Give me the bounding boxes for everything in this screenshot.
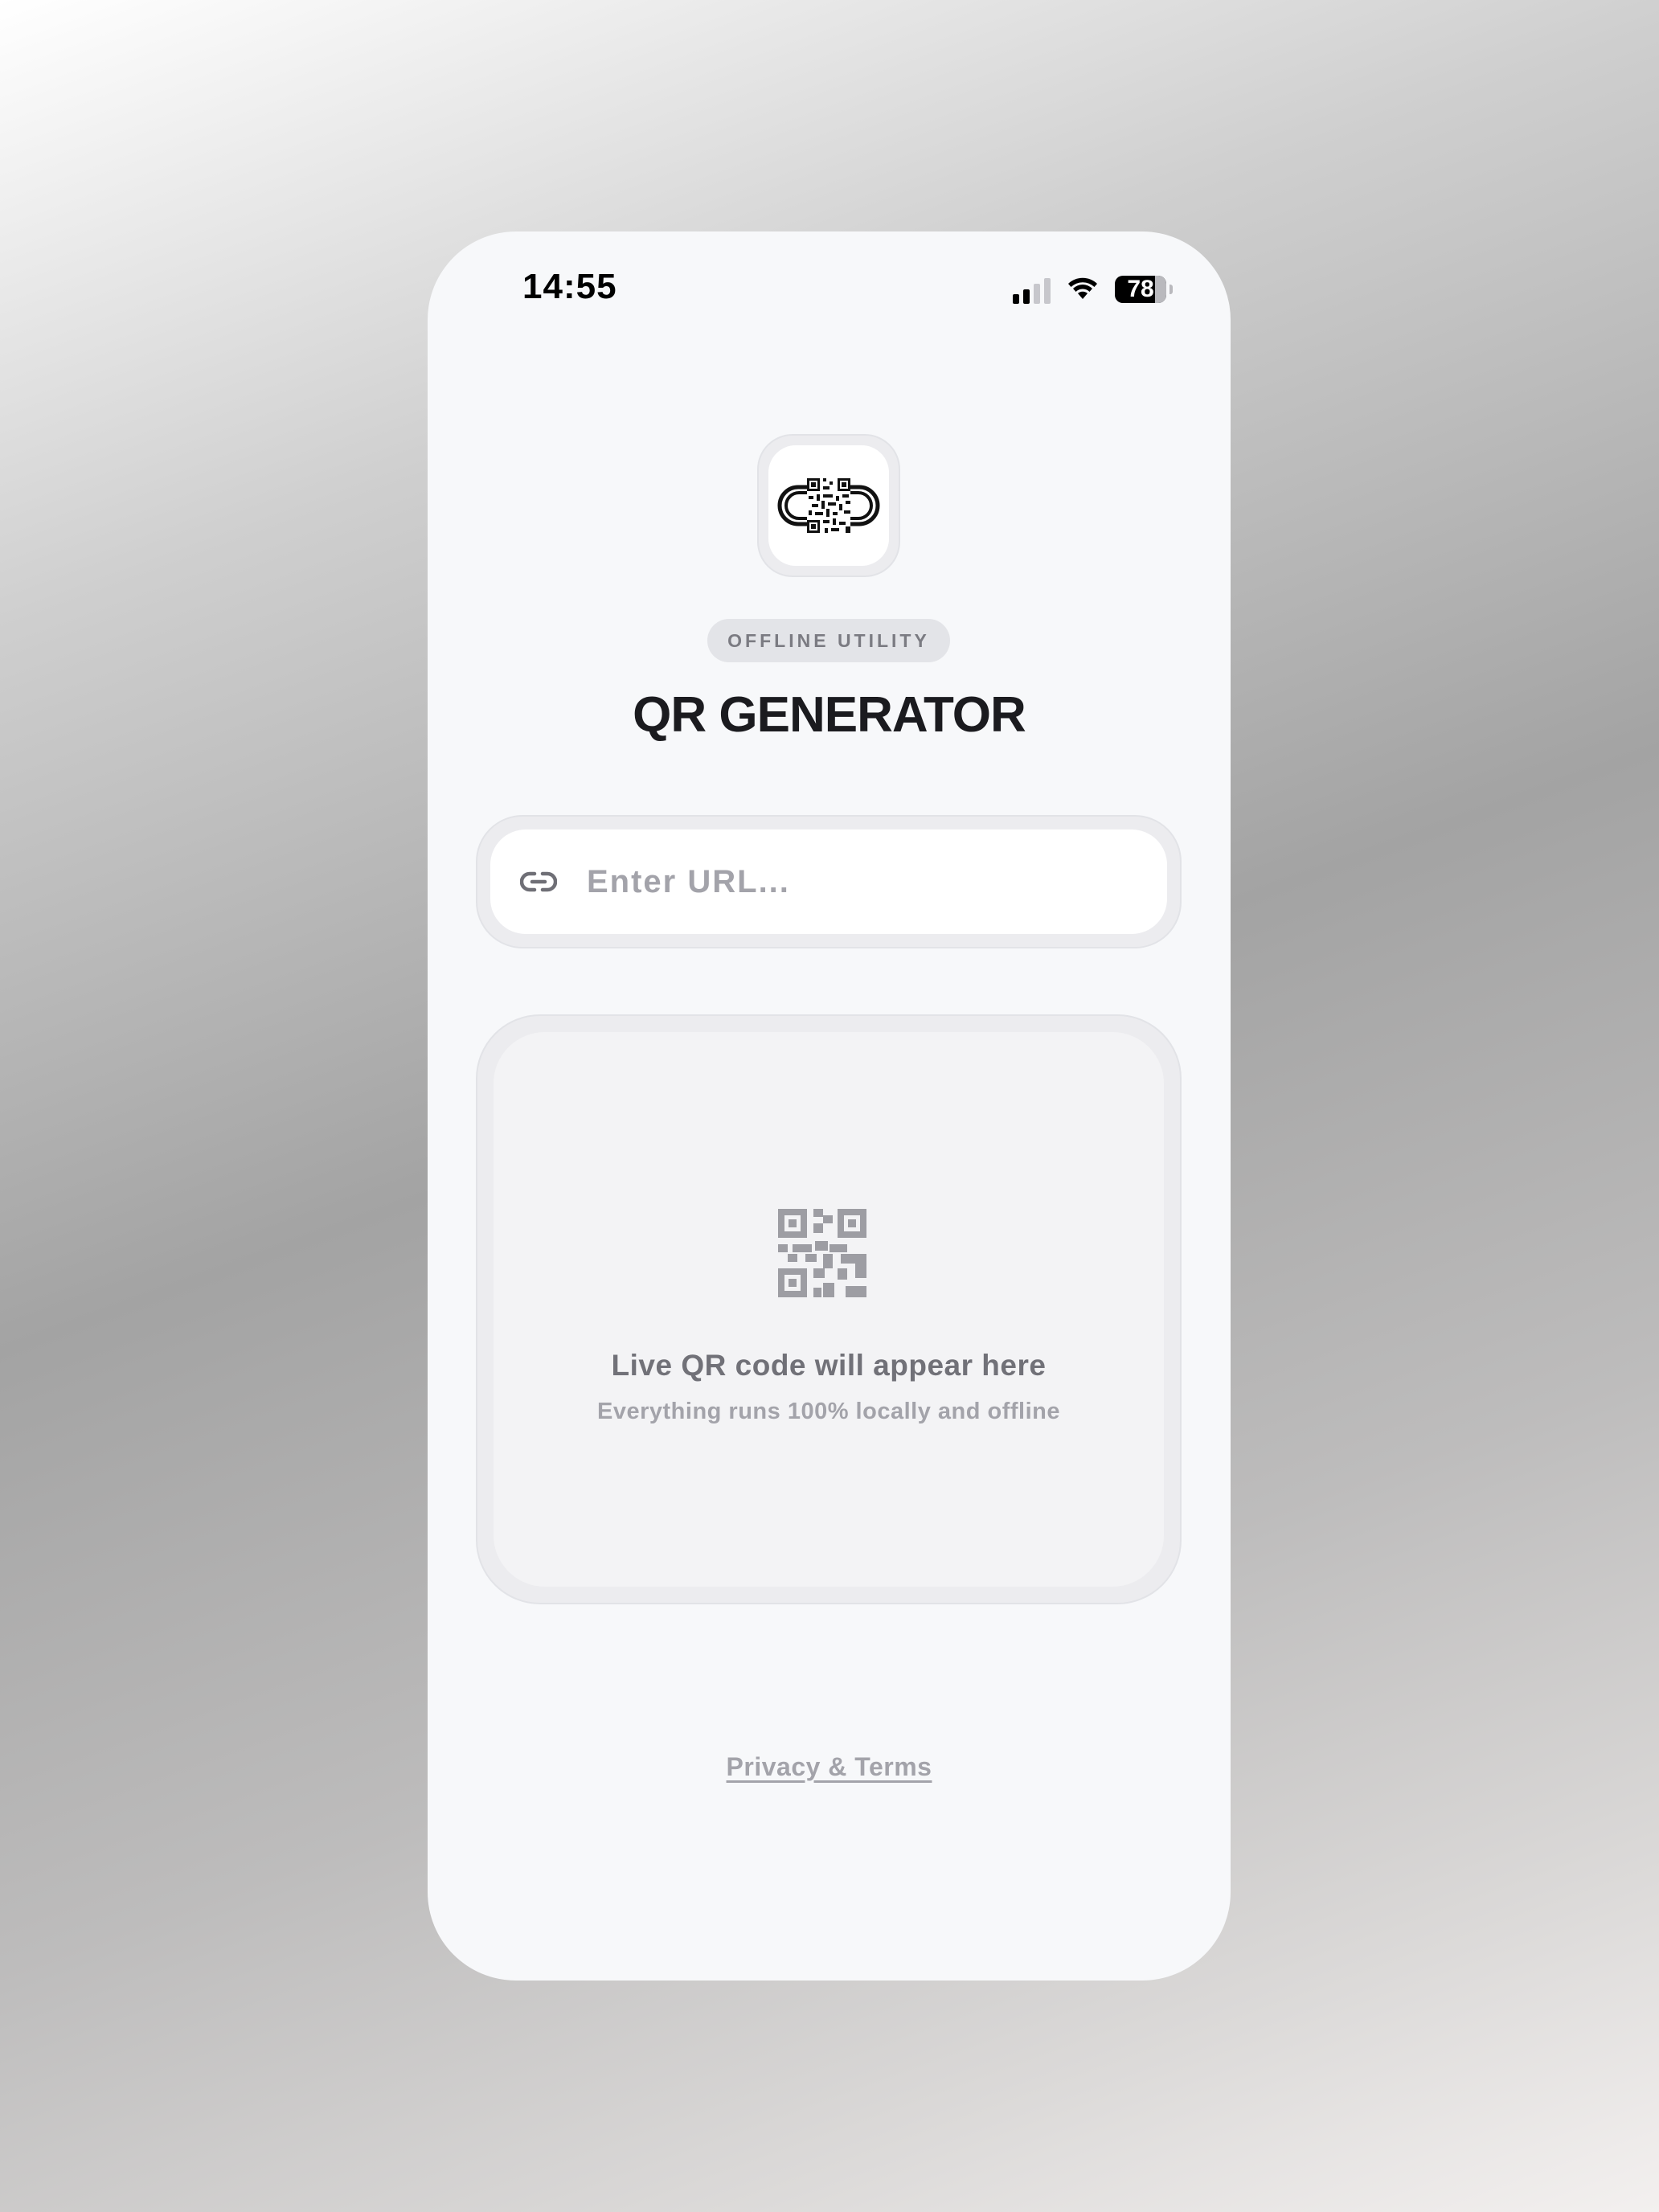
privacy-terms-link[interactable]: Privacy & Terms xyxy=(428,1752,1231,1782)
status-icons: 78 xyxy=(1013,273,1173,305)
phone-screen: 14:55 78 OFFLINE UTILITY QR GENERATOR En… xyxy=(428,231,1231,1981)
wifi-icon xyxy=(1068,277,1097,299)
link-icon xyxy=(519,862,558,901)
page-title: QR GENERATOR xyxy=(633,687,1026,743)
preview-title: Live QR code will appear here xyxy=(611,1349,1047,1382)
url-input-container xyxy=(476,815,1182,948)
url-input[interactable] xyxy=(585,862,1103,901)
preview-subtitle: Everything runs 100% locally and offline xyxy=(597,1399,1060,1424)
qr-preview-card: Live QR code will appear here Everything… xyxy=(476,1014,1182,1604)
qr-code-icon xyxy=(778,1209,866,1297)
status-time: 14:55 xyxy=(522,267,617,306)
cellular-signal-icon xyxy=(1013,275,1051,304)
battery-icon: 78 xyxy=(1115,276,1173,303)
app-icon xyxy=(757,434,900,577)
battery-level: 78 xyxy=(1127,276,1154,302)
category-badge: OFFLINE UTILITY xyxy=(707,619,950,662)
qr-link-logo-icon xyxy=(777,478,880,533)
